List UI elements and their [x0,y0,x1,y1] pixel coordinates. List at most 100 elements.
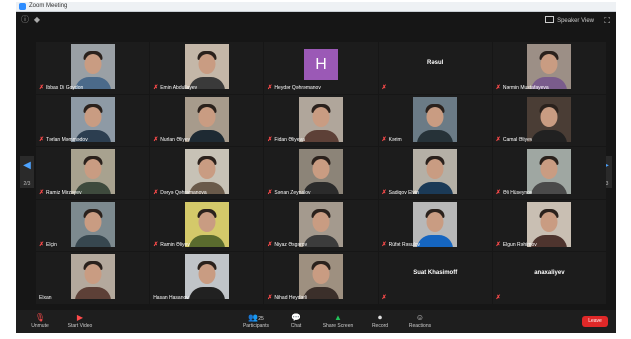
participant-tile[interactable]: Elxan [36,252,150,304]
participant-body [188,234,225,247]
muted-microphone-icon: ✗ [39,189,45,196]
participant-video [70,149,115,195]
participant-tile[interactable]: ✗ Sadiqov Elvin [378,147,492,199]
participant-video [527,149,572,195]
participant-tile[interactable]: ✗ Nurlan Əliyev [150,94,264,147]
participant-tile[interactable]: ✗ Tərlan Məmmədov [36,94,150,147]
unmute-button[interactable]: 🎙 Unmute [22,312,58,331]
participant-name-label: ✗ [496,294,503,302]
participant-face [198,211,216,232]
participant-tile[interactable]: Suat Khasimoff ✗ [378,252,492,304]
participant-body [188,287,225,300]
participant-tile[interactable]: ✗ Sənan Zeynalov [264,147,378,199]
participant-name: Nərmin Mustafayeva [502,84,549,91]
share-screen-button[interactable]: ▲ Share Screen [320,312,356,331]
participant-tile[interactable]: ✗ Əli Hüseynov [492,147,606,199]
participants-count: 25 [258,316,264,322]
participant-video [70,44,115,89]
participant-face [426,159,444,180]
participant-video [184,44,229,89]
muted-microphone-icon: ✗ [267,137,273,144]
participant-tile[interactable]: anaxaliyev ✗ [492,252,606,304]
participant-face [312,159,330,180]
participant-name: Dəryə Qəhrəmanova [160,189,207,196]
participant-name-label: Hasan Hasanov [153,294,189,302]
participant-tile[interactable]: ✗ Rüfət Rəsulov [378,199,492,252]
participant-tile[interactable]: ✗ Dəryə Qəhrəmanova [150,147,264,199]
shield-icon[interactable]: ◆ [32,15,42,25]
participant-name-label: ✗ Ibbas Di Goydon [39,84,83,92]
participant-name: Elgun Rəhimov [502,242,537,249]
participant-tile[interactable]: ✗ Camal Əliyev [492,94,606,147]
participant-tile[interactable]: ✗ Kərim [378,94,492,147]
participant-name: Əli Hüseynov [502,189,533,196]
participant-face [312,106,330,127]
participant-name-label: ✗ Rüfət Rəsulov [382,241,420,249]
muted-microphone-icon: ✗ [267,189,273,196]
start-video-button[interactable]: ▶ Start Video [62,312,98,331]
participant-name-label: ✗ Niyaz Əsgərov [267,241,307,249]
participant-tile[interactable]: ✗ Elgun Rəhimov [492,199,606,252]
top-bar: ⓘ ◆ Speaker View ⛶ [16,12,616,30]
participant-tile[interactable]: ✗ Ramiz Mirzəyev [36,147,150,199]
unmute-label: Unmute [31,323,49,329]
participant-face [312,211,330,232]
participant-body [531,182,568,195]
participant-tile[interactable]: ✗ Elçin [36,199,150,252]
participant-name-label: Elxan [39,294,52,302]
fullscreen-icon[interactable]: ⛶ [604,16,610,26]
participant-face [198,106,216,127]
record-label: Record [371,323,389,329]
participant-video [298,254,343,300]
participant-face [84,211,102,232]
participant-video [184,96,229,142]
participant-tile[interactable]: ✗ Ramin Əliyev [150,199,264,252]
muted-microphone-icon: ✗ [153,189,159,196]
participant-body [302,129,339,142]
participant-name: Fidan Əliyeva [274,137,305,144]
participant-body [302,287,339,300]
participant-name-label: ✗ Dəryə Qəhrəmanova [153,189,206,197]
muted-microphone-icon: ✗ [153,84,159,91]
share-screen-label: Share Screen [322,323,354,329]
participant-face [198,54,216,74]
chat-button[interactable]: 💬 Chat [278,312,314,331]
participant-name-label: ✗ Nihad Heydərli [267,294,307,302]
page-indicator-left: 2/3 [23,181,31,187]
meeting-toolbar: 🎙 Unmute ▶ Start Video 👥25 Participants … [16,310,616,333]
info-icon[interactable]: ⓘ [20,15,30,25]
participant-name-label: ✗ Nərmin Mustafayeva [496,84,549,92]
muted-microphone-icon: ✗ [381,294,387,301]
muted-microphone-icon: ✗ [381,84,387,91]
leave-meeting-button[interactable]: Leave [582,316,608,327]
participant-name: Nurlan Əliyev [160,137,191,144]
participant-name-label: ✗ Kərim [382,136,402,144]
participant-video [527,201,572,247]
participant-tile[interactable]: ✗ Ibbas Di Goydon [36,42,150,94]
participant-display-name: Suat Khasimoff [413,270,458,277]
participant-name: Ramiz Mirzəyev [46,189,82,196]
participant-name: Ramin Əliyev [160,242,190,249]
muted-microphone-icon: ✗ [495,84,501,91]
reactions-button[interactable]: ☺ Reactions [402,312,438,331]
participant-name: Emin Abdullayev [160,84,198,91]
participant-video [298,201,343,247]
participant-video [70,201,115,247]
participant-tile[interactable]: H ✗ Heydər Qəhrəmanov [264,42,378,94]
participant-tile[interactable]: ✗ Emin Abdullayev [150,42,264,94]
speaker-view-button[interactable]: Speaker View [545,16,594,26]
muted-microphone-icon: ✗ [495,189,501,196]
participants-button[interactable]: 👥25 Participants [238,312,274,331]
participant-tile[interactable]: ✗ Fidan Əliyeva [264,94,378,147]
participant-tile[interactable]: Hasan Hasanov [150,252,264,304]
participant-tile[interactable]: ✗ Niyaz Əsgərov [264,199,378,252]
participant-body [417,234,454,247]
participant-face [198,159,216,180]
participant-tile[interactable]: Rəsul ✗ [378,42,492,94]
record-button[interactable]: ⏺ Record [362,312,398,331]
participant-tile[interactable]: ✗ Nərmin Mustafayeva [492,42,606,94]
participant-face [540,54,558,74]
participant-tile[interactable]: ✗ Nihad Heydərli [264,252,378,304]
reactions-icon: ☺ [415,313,425,322]
previous-page-button[interactable]: ◀ 2/3 [20,156,34,188]
